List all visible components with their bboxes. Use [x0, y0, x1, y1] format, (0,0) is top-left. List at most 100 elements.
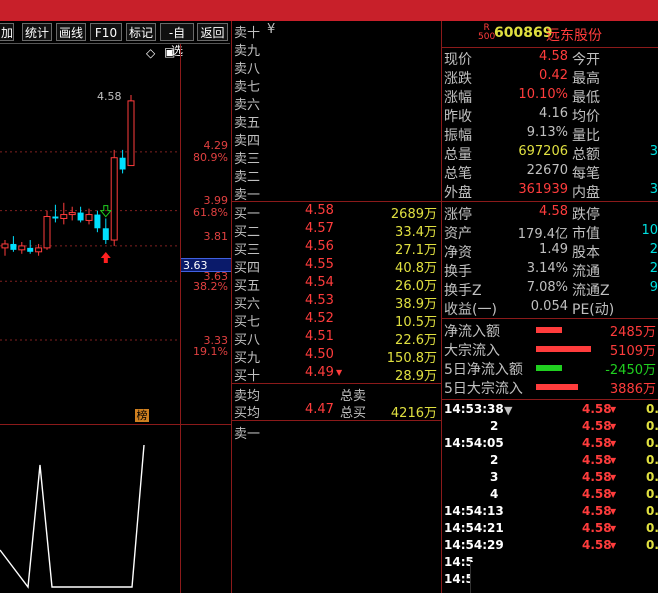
flow-value: -2450万 — [605, 363, 656, 378]
quote-row: 振幅 9.13% 量比 — [442, 125, 658, 144]
flow-bar — [536, 365, 562, 371]
tick-price: 4.58 — [582, 402, 612, 416]
buy-level-label: 买二 — [234, 225, 261, 240]
toolbar-mark-button[interactable]: 标记 — [126, 23, 156, 41]
candle-body[interactable] — [27, 247, 34, 252]
buy-level-row[interactable]: 买七 4.52 10.5万 — [232, 311, 441, 330]
tick-row[interactable]: 2 4.58 ▼ 0. — [442, 453, 658, 470]
total-buy-value: 4216万 — [390, 406, 437, 421]
quote-label-2: 总额 — [572, 147, 600, 163]
buy-level-row[interactable]: 买二 4.57 33.4万 — [232, 221, 441, 240]
price-cursor-label: 3.63 — [180, 258, 232, 272]
candle-body[interactable] — [35, 247, 43, 253]
buy-level-label: 买五 — [234, 279, 261, 294]
buy-level-price: 4.57 — [305, 221, 334, 236]
tick-time: 14:54:13 — [444, 504, 504, 518]
price-pct-61-8: 61.8% — [193, 206, 228, 219]
candle-body[interactable] — [43, 216, 51, 249]
buy-level-price: 4.54 — [305, 275, 334, 290]
candle-body[interactable] — [110, 157, 118, 241]
quote-label: 昨收 — [444, 109, 472, 125]
candle-body[interactable] — [52, 216, 59, 219]
flow-label: 大宗流入 — [444, 343, 500, 359]
buy-level-price: 4.58 — [305, 203, 334, 218]
quote-label: 换手Z — [444, 283, 482, 299]
quote-label: 总量 — [444, 147, 472, 163]
tick-row[interactable]: 14:53:38 4.58 ▼ 0. — [442, 402, 658, 419]
stock-code[interactable]: 600869 — [494, 25, 552, 41]
down-arrow-icon: ▼ — [610, 439, 617, 448]
flow-value: 3886万 — [609, 382, 656, 397]
list-badge[interactable]: 榜 — [135, 409, 149, 422]
tick-row[interactable]: 14:54:05 4.58 ▼ 0. — [442, 436, 658, 453]
quote-label-2: 跌停 — [572, 207, 600, 223]
toolbar-f10-button[interactable]: F10 — [90, 23, 122, 41]
quote-value-2: 2 — [649, 242, 658, 257]
buy-level-volume: 40.8万 — [395, 261, 437, 276]
price-pct-80-9: 80.9% — [193, 151, 228, 164]
buy-level-row[interactable]: 买五 4.54 26.0万 — [232, 275, 441, 294]
quote-value-2: 3 — [649, 144, 658, 159]
tick-price: 4.58 — [582, 453, 612, 467]
quote-value: 3.14% — [526, 261, 568, 276]
toolbar-stats-button[interactable]: 统计 — [22, 23, 52, 41]
quote-table: 现价 4.58 今开 涨跌 0.42 最高 涨幅 10.10% 最低 昨收 4.16 均价 振幅 9.13… — [442, 48, 658, 201]
sell-10-label: 卖十 — [234, 26, 261, 41]
total-buy-label: 总买 — [340, 406, 367, 421]
buy-level-row[interactable]: 买六 4.53 38.9万 — [232, 293, 441, 312]
quote-row: 换手 3.14% 流通 2 — [442, 261, 658, 280]
candle-body[interactable] — [94, 214, 101, 229]
tick-row[interactable]: 3 4.58 ▼ 0. — [442, 470, 658, 487]
toolbar-back-button[interactable]: 返回 — [197, 23, 228, 41]
buy-level-row[interactable]: 买八 4.51 22.6万 — [232, 329, 441, 348]
candle-body[interactable] — [18, 245, 26, 251]
buy-level-volume: 22.6万 — [395, 333, 437, 348]
sell-level-label: 卖九 — [234, 44, 261, 59]
stock-name[interactable]: 远东股份 — [546, 25, 602, 45]
flow-bar — [536, 384, 578, 390]
toolbar-add-button[interactable]: 加 — [0, 23, 14, 41]
candle-body[interactable] — [77, 212, 84, 221]
candle-body[interactable] — [85, 214, 93, 221]
quote-row: 总量 697206 总额 3 — [442, 144, 658, 163]
chart-toolbar: 加 统计 画线 F10 标记 -自选 返回 — [0, 21, 230, 58]
quote-label: 涨跌 — [444, 71, 472, 87]
capital-flow-row: 大宗流入 5109万 — [442, 340, 658, 359]
down-arrow-icon: ▼ — [610, 473, 617, 482]
margin-badge[interactable]: R 500 — [478, 24, 495, 42]
candle-body[interactable] — [1, 243, 9, 249]
buy-level-volume: 26.0万 — [395, 279, 437, 294]
buy-level-row[interactable]: 买一 4.58 2689万 — [232, 203, 441, 222]
buy-level-row[interactable]: 买九 4.50 150.8万 — [232, 347, 441, 366]
tick-row[interactable]: 2 4.58 ▼ 0. — [442, 419, 658, 436]
tick-row[interactable]: 14:54:29 4.58 ▼ 0. — [442, 538, 658, 555]
candle-body[interactable] — [119, 157, 126, 170]
buy-level-label: 买四 — [234, 261, 261, 276]
buy-level-row[interactable]: 买三 4.56 27.1万 — [232, 239, 441, 258]
candle-body[interactable] — [102, 228, 109, 241]
candle-body[interactable] — [10, 243, 17, 250]
buy-level-row[interactable]: 买四 4.55 40.8万 — [232, 257, 441, 276]
quote-value: 0.42 — [539, 68, 568, 83]
candle-body[interactable] — [127, 100, 135, 167]
currency-icon[interactable]: ¥ — [267, 22, 275, 37]
tick-row[interactable]: 14:54:13 4.58 ▼ 0. — [442, 504, 658, 521]
tick-row[interactable]: 14:54:21 4.58 ▼ 0. — [442, 521, 658, 538]
tick-time: 14:54:29 — [444, 538, 504, 552]
candle-body[interactable] — [68, 212, 76, 216]
buy-signal-arrow-icon — [100, 251, 111, 263]
filter-icon[interactable]: ▼ — [504, 404, 512, 417]
toolbar-draw-button[interactable]: 画线 — [56, 23, 86, 41]
tick-price: 4.58 — [582, 504, 612, 518]
candle-body[interactable] — [60, 214, 68, 219]
price-pct-19-1: 19.1% — [193, 345, 228, 358]
buy-level-label: 买十 — [234, 369, 261, 384]
toolbar-watchlist-button[interactable]: -自选 — [160, 23, 194, 58]
tick-row[interactable]: 4 4.58 ▼ 0. — [442, 487, 658, 504]
quote-value: 1.49 — [539, 242, 568, 257]
quote-label-2: 最低 — [572, 90, 600, 106]
quote-value: 697206 — [518, 144, 568, 159]
quote-label-2: 最高 — [572, 71, 600, 87]
sell-level-label: 卖一 — [234, 188, 261, 203]
tick-price: 4.58 — [582, 538, 612, 552]
